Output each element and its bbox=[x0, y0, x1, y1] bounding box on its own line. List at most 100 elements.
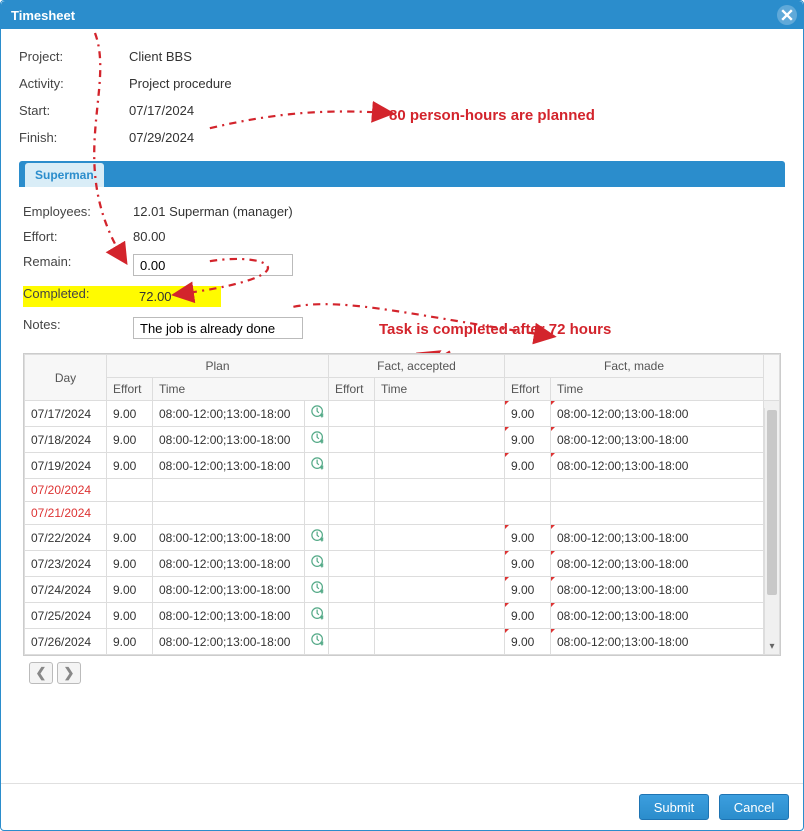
cell-plan-time[interactable]: 08:00-12:00;13:00-18:00 bbox=[153, 401, 305, 427]
cell-fa-time[interactable] bbox=[375, 502, 505, 525]
submit-button[interactable]: Submit bbox=[639, 794, 709, 820]
cell-fa-effort[interactable] bbox=[329, 603, 375, 629]
clock-icon[interactable] bbox=[305, 525, 329, 551]
summary-block: Project: Client BBS Activity: Project pr… bbox=[19, 43, 785, 151]
close-icon[interactable] bbox=[777, 5, 797, 25]
cell-fa-effort[interactable] bbox=[329, 577, 375, 603]
clock-icon[interactable] bbox=[305, 479, 329, 502]
clock-icon[interactable] bbox=[305, 577, 329, 603]
remain-input[interactable] bbox=[133, 254, 293, 276]
notes-label: Notes: bbox=[23, 317, 133, 332]
clock-icon[interactable] bbox=[305, 629, 329, 655]
cell-fm-time[interactable]: 08:00-12:00;13:00-18:00 bbox=[551, 603, 764, 629]
dialog-title: Timesheet bbox=[11, 8, 75, 23]
cell-plan-effort[interactable]: 9.00 bbox=[107, 551, 153, 577]
cell-fm-effort[interactable]: 9.00 bbox=[505, 629, 551, 655]
scrollbar-thumb[interactable] bbox=[767, 410, 777, 595]
cell-fm-time[interactable]: 08:00-12:00;13:00-18:00 bbox=[551, 401, 764, 427]
cell-fa-time[interactable] bbox=[375, 551, 505, 577]
cell-fa-effort[interactable] bbox=[329, 479, 375, 502]
cell-plan-time[interactable]: 08:00-12:00;13:00-18:00 bbox=[153, 551, 305, 577]
table-row[interactable]: 07/19/20249.0008:00-12:00;13:00-18:009.0… bbox=[25, 453, 780, 479]
cell-fm-effort[interactable]: 9.00 bbox=[505, 525, 551, 551]
cell-plan-time[interactable]: 08:00-12:00;13:00-18:00 bbox=[153, 453, 305, 479]
cell-plan-time[interactable] bbox=[153, 479, 305, 502]
cell-fa-time[interactable] bbox=[375, 453, 505, 479]
cell-plan-time[interactable]: 08:00-12:00;13:00-18:00 bbox=[153, 603, 305, 629]
table-row[interactable]: 07/20/2024 bbox=[25, 479, 780, 502]
cell-plan-time[interactable]: 08:00-12:00;13:00-18:00 bbox=[153, 525, 305, 551]
cell-fa-effort[interactable] bbox=[329, 427, 375, 453]
cell-fa-effort[interactable] bbox=[329, 502, 375, 525]
cell-plan-effort[interactable] bbox=[107, 479, 153, 502]
tab-superman[interactable]: Superman bbox=[25, 163, 104, 187]
cell-fm-effort[interactable] bbox=[505, 479, 551, 502]
cell-plan-effort[interactable]: 9.00 bbox=[107, 525, 153, 551]
cell-fm-effort[interactable]: 9.00 bbox=[505, 603, 551, 629]
table-row[interactable]: 07/22/20249.0008:00-12:00;13:00-18:009.0… bbox=[25, 525, 780, 551]
cancel-button[interactable]: Cancel bbox=[719, 794, 789, 820]
table-row[interactable]: 07/25/20249.0008:00-12:00;13:00-18:009.0… bbox=[25, 603, 780, 629]
cell-fa-effort[interactable] bbox=[329, 525, 375, 551]
cell-plan-effort[interactable]: 9.00 bbox=[107, 629, 153, 655]
cell-plan-effort[interactable]: 9.00 bbox=[107, 603, 153, 629]
cell-fa-time[interactable] bbox=[375, 525, 505, 551]
cell-fm-time[interactable] bbox=[551, 502, 764, 525]
cell-plan-effort[interactable] bbox=[107, 502, 153, 525]
cell-fm-time[interactable]: 08:00-12:00;13:00-18:00 bbox=[551, 551, 764, 577]
cell-plan-effort[interactable]: 9.00 bbox=[107, 577, 153, 603]
cell-fm-time[interactable]: 08:00-12:00;13:00-18:00 bbox=[551, 577, 764, 603]
cell-fm-time[interactable]: 08:00-12:00;13:00-18:00 bbox=[551, 525, 764, 551]
cell-fm-effort[interactable]: 9.00 bbox=[505, 401, 551, 427]
grid-scrollbar[interactable]: ▾ bbox=[764, 408, 779, 654]
cell-plan-time[interactable]: 08:00-12:00;13:00-18:00 bbox=[153, 427, 305, 453]
cell-fa-time[interactable] bbox=[375, 427, 505, 453]
clock-icon[interactable] bbox=[305, 502, 329, 525]
cell-fa-effort[interactable] bbox=[329, 453, 375, 479]
cell-fm-time[interactable]: 08:00-12:00;13:00-18:00 bbox=[551, 427, 764, 453]
cell-fm-time[interactable]: 08:00-12:00;13:00-18:00 bbox=[551, 453, 764, 479]
clock-icon[interactable] bbox=[305, 603, 329, 629]
table-row[interactable]: 07/23/20249.0008:00-12:00;13:00-18:009.0… bbox=[25, 551, 780, 577]
cell-plan-effort[interactable]: 9.00 bbox=[107, 427, 153, 453]
cell-fa-time[interactable] bbox=[375, 577, 505, 603]
cell-fa-effort[interactable] bbox=[329, 401, 375, 427]
cell-fa-time[interactable] bbox=[375, 479, 505, 502]
colgroup-fact-accepted: Fact, accepted bbox=[329, 355, 505, 378]
col-fa-time: Time bbox=[375, 378, 505, 401]
pager-prev-button[interactable]: ❮ bbox=[29, 662, 53, 684]
table-row[interactable]: 07/26/20249.0008:00-12:00;13:00-18:009.0… bbox=[25, 629, 780, 655]
cell-plan-time[interactable]: 08:00-12:00;13:00-18:00 bbox=[153, 629, 305, 655]
clock-icon[interactable] bbox=[305, 427, 329, 453]
table-row[interactable]: 07/21/2024 bbox=[25, 502, 780, 525]
clock-icon[interactable] bbox=[305, 551, 329, 577]
cell-fm-effort[interactable]: 9.00 bbox=[505, 453, 551, 479]
cell-fa-effort[interactable] bbox=[329, 551, 375, 577]
scrollbar-down-icon[interactable]: ▾ bbox=[765, 641, 779, 652]
clock-icon[interactable] bbox=[305, 453, 329, 479]
cell-fa-time[interactable] bbox=[375, 629, 505, 655]
cell-fm-effort[interactable]: 9.00 bbox=[505, 551, 551, 577]
table-row[interactable]: 07/17/20249.0008:00-12:00;13:00-18:009.0… bbox=[25, 401, 780, 427]
cell-plan-time[interactable]: 08:00-12:00;13:00-18:00 bbox=[153, 577, 305, 603]
dialog-footer: Submit Cancel bbox=[1, 783, 803, 830]
clock-icon[interactable] bbox=[305, 401, 329, 427]
cell-fm-time[interactable] bbox=[551, 479, 764, 502]
cell-fm-effort[interactable] bbox=[505, 502, 551, 525]
cell-fm-time[interactable]: 08:00-12:00;13:00-18:00 bbox=[551, 629, 764, 655]
pager-next-button[interactable]: ❯ bbox=[57, 662, 81, 684]
cell-fm-effort[interactable]: 9.00 bbox=[505, 427, 551, 453]
effort-label: Effort: bbox=[23, 229, 133, 244]
completed-value: 72.00 bbox=[133, 286, 221, 307]
cell-day: 07/18/2024 bbox=[25, 427, 107, 453]
cell-plan-effort[interactable]: 9.00 bbox=[107, 453, 153, 479]
cell-fa-time[interactable] bbox=[375, 401, 505, 427]
cell-fa-effort[interactable] bbox=[329, 629, 375, 655]
cell-fa-time[interactable] bbox=[375, 603, 505, 629]
table-row[interactable]: 07/24/20249.0008:00-12:00;13:00-18:009.0… bbox=[25, 577, 780, 603]
table-row[interactable]: 07/18/20249.0008:00-12:00;13:00-18:009.0… bbox=[25, 427, 780, 453]
notes-input[interactable] bbox=[133, 317, 303, 339]
cell-fm-effort[interactable]: 9.00 bbox=[505, 577, 551, 603]
cell-plan-effort[interactable]: 9.00 bbox=[107, 401, 153, 427]
cell-plan-time[interactable] bbox=[153, 502, 305, 525]
